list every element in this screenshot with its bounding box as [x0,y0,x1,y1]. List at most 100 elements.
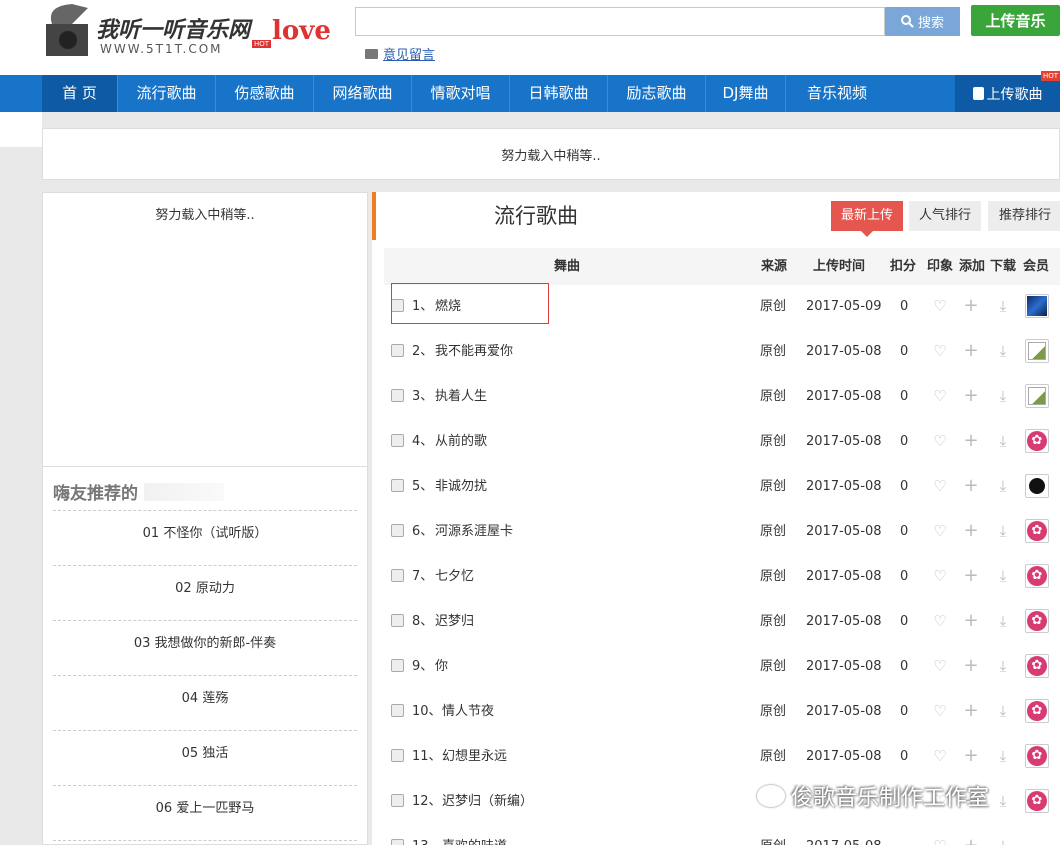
nav-upload-song[interactable]: 上传歌曲 HOT [955,71,1060,112]
song-name-link[interactable]: 情人节夜 [442,689,494,734]
download-icon[interactable]: ⤓ [994,342,1012,360]
download-icon[interactable]: ⤓ [994,477,1012,495]
row-checkbox[interactable] [391,479,404,492]
member-avatar[interactable] [1025,339,1049,363]
row-checkbox[interactable] [391,569,404,582]
heart-icon[interactable]: ♡ [931,342,949,360]
feedback-link[interactable]: 意见留言 [365,44,435,63]
add-icon[interactable]: + [962,567,980,585]
song-name-link[interactable]: 迟梦归 [435,599,474,644]
member-avatar[interactable]: ✿ [1025,429,1049,453]
nav-video[interactable]: 音乐视频 [786,75,888,112]
song-name-link[interactable]: 从前的歌 [435,419,487,464]
row-checkbox[interactable] [391,524,404,537]
member-avatar[interactable]: ✿ [1025,519,1049,543]
nav-pop[interactable]: 流行歌曲 [118,75,216,112]
heart-icon[interactable]: ♡ [931,702,949,720]
row-score: 0 [900,524,909,539]
heart-icon[interactable]: ♡ [931,387,949,405]
song-name-link[interactable]: 非诚勿扰 [435,464,487,509]
recommend-item[interactable]: 02 原动力 [53,566,357,621]
song-name-link[interactable]: 执着人生 [435,374,487,419]
heart-icon[interactable]: ♡ [931,522,949,540]
member-avatar[interactable]: ✿ [1025,564,1049,588]
tab-latest[interactable]: 最新上传 [831,201,903,237]
member-avatar[interactable]: ✿ [1025,744,1049,768]
song-name-link[interactable]: 你 [435,644,448,689]
nav-dj[interactable]: DJ舞曲 [706,75,786,112]
nav-duet[interactable]: 情歌对唱 [412,75,510,112]
row-checkbox[interactable] [391,434,404,447]
upload-music-button[interactable]: 上传音乐 [971,5,1060,36]
member-avatar[interactable]: ✿ [1025,789,1049,813]
add-icon[interactable]: + [962,837,980,845]
row-checkbox[interactable] [391,389,404,402]
heart-icon[interactable]: ♡ [931,477,949,495]
table-row: 11、 幻想里永远 原创 2017-05-08 0 ♡ + ⤓ ✿ [384,734,1060,779]
add-icon[interactable]: + [962,522,980,540]
site-logo[interactable]: 我听一听音乐网 WWW.5T1T.COM HOT love [42,2,332,68]
heart-icon[interactable]: ♡ [931,567,949,585]
recommend-item[interactable]: 06 爱上一匹野马 [53,786,357,841]
song-name-link[interactable]: 七夕忆 [435,554,474,599]
tab-popular[interactable]: 人气排行 [909,201,981,231]
add-icon[interactable]: + [962,702,980,720]
member-avatar[interactable]: ✿ [1025,609,1049,633]
song-name-link[interactable]: 迟梦归（新编） [442,779,533,824]
nav-sad[interactable]: 伤感歌曲 [216,75,314,112]
download-icon[interactable]: ⤓ [994,792,1012,810]
song-name-link[interactable]: 喜欢的味道 [442,824,507,845]
add-icon[interactable]: + [962,657,980,675]
recommend-item[interactable]: 04 莲殇 [53,676,357,731]
song-name-link[interactable]: 幻想里永远 [442,734,507,779]
member-avatar[interactable] [1025,294,1049,318]
add-icon[interactable]: + [962,477,980,495]
row-checkbox[interactable] [391,704,404,717]
add-icon[interactable]: + [962,387,980,405]
row-checkbox[interactable] [391,659,404,672]
heart-icon[interactable]: ♡ [931,747,949,765]
recommend-item[interactable]: 05 独活 [53,731,357,786]
heart-icon[interactable]: ♡ [931,837,949,845]
heart-icon[interactable]: ♡ [931,657,949,675]
search-input[interactable] [355,7,885,36]
nav-internet[interactable]: 网络歌曲 [314,75,412,112]
download-icon[interactable]: ⤓ [994,522,1012,540]
member-avatar[interactable]: ✿ [1025,654,1049,678]
download-icon[interactable]: ⤓ [994,612,1012,630]
download-icon[interactable]: ⤓ [994,432,1012,450]
heart-icon[interactable]: ♡ [931,432,949,450]
recommend-item[interactable]: 03 我想做你的新郎-伴奏 [53,621,357,676]
song-name-link[interactable]: 河源系涯屋卡 [435,509,513,554]
add-icon[interactable]: + [962,747,980,765]
row-checkbox[interactable] [391,614,404,627]
row-checkbox[interactable] [391,839,404,845]
download-icon[interactable]: ⤓ [994,297,1012,315]
add-icon[interactable]: + [962,432,980,450]
row-checkbox[interactable] [391,344,404,357]
download-icon[interactable]: ⤓ [994,657,1012,675]
member-avatar[interactable] [1025,384,1049,408]
row-checkbox[interactable] [391,794,404,807]
nav-jpkr[interactable]: 日韩歌曲 [510,75,608,112]
nav-home[interactable]: 首 页 [42,75,118,112]
add-icon[interactable]: + [962,342,980,360]
download-icon[interactable]: ⤓ [994,702,1012,720]
member-avatar[interactable] [1025,474,1049,498]
nav-inspire[interactable]: 励志歌曲 [608,75,706,112]
member-avatar[interactable]: ✿ [1025,699,1049,723]
download-icon[interactable]: ⤓ [994,567,1012,585]
song-name-link[interactable]: 我不能再爱你 [435,329,513,374]
row-checkbox[interactable] [391,749,404,762]
heart-icon[interactable]: ♡ [931,612,949,630]
download-icon[interactable]: ⤓ [994,387,1012,405]
heart-icon[interactable]: ♡ [931,297,949,315]
recommend-item[interactable]: 01 不怪你（试听版） [53,511,357,566]
col-score: 扣分 [889,259,916,274]
add-icon[interactable]: + [962,297,980,315]
add-icon[interactable]: + [962,612,980,630]
download-icon[interactable]: ⤓ [994,837,1012,845]
download-icon[interactable]: ⤓ [994,747,1012,765]
tab-recommended[interactable]: 推荐排行 [988,201,1060,231]
search-button[interactable]: 搜索 [885,7,960,36]
